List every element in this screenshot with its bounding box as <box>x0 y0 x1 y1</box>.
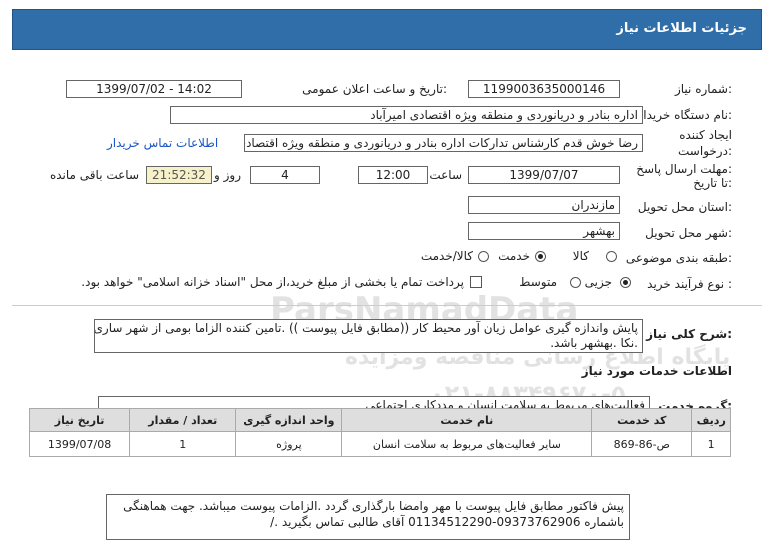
description-line1: پایش واندازه گیری عوامل زیان آور محیط کا… <box>94 321 638 335</box>
cell-row: 1 <box>691 431 731 457</box>
table-header-row: ردیف کد خدمت نام خدمت واحد اندازه گیری ت… <box>28 408 731 432</box>
days-label: روز و <box>214 168 241 182</box>
time-label: ساعت <box>429 168 462 182</box>
remaining-time-field: 21:52:32 <box>146 166 212 184</box>
process-radio-minor[interactable] <box>620 277 631 288</box>
treasury-payment-checkbox[interactable] <box>470 276 482 288</box>
need-number-field: 1199003635000146 <box>468 80 620 98</box>
days-remaining-field: 4 <box>250 166 320 184</box>
page-header: جزئیات اطلاعات نیاز <box>12 9 762 50</box>
col-date: تاریخ نیاز <box>28 408 131 432</box>
category-option-goods-service: کالا/خدمت <box>420 249 473 263</box>
cell-unit: پروژه <box>235 431 343 457</box>
cell-name: سایر فعالیت‌های مربوط به سلامت انسان <box>341 431 593 457</box>
city-label: شهر محل تحویل: <box>645 226 732 240</box>
description-label: شرح کلی نیاز: <box>646 327 732 341</box>
process-label: نوع فرآیند خرید : <box>647 277 732 291</box>
buyer-notes-line1: پیش فاکتور مطابق فایل پیوست با مهر وامضا… <box>123 499 624 513</box>
deadline-time-field: 12:00 <box>358 166 428 184</box>
deadline-date-field: 1399/07/07 <box>468 166 620 184</box>
announce-date-field: 1399/07/02 - 14:02 <box>66 80 242 98</box>
need-number-label: شماره نیاز: <box>674 82 732 96</box>
remaining-label: ساعت باقی مانده <box>49 168 139 182</box>
province-field: مازندران <box>468 196 620 214</box>
divider <box>12 305 762 306</box>
payment-note: پرداخت تمام یا بخشی از مبلغ خرید،از محل … <box>81 275 464 289</box>
services-table: ردیف کد خدمت نام خدمت واحد اندازه گیری ت… <box>28 408 731 457</box>
services-section-title: اطلاعات خدمات مورد نیاز <box>581 364 732 378</box>
buyer-notes-field: پیش فاکتور مطابق فایل پیوست با مهر وامضا… <box>106 494 630 540</box>
city-field: بهشهر <box>468 222 620 240</box>
process-option-minor: جزیی <box>584 275 612 289</box>
process-option-medium: متوسط <box>519 275 557 289</box>
buyer-label: نام دستگاه خریدار: <box>637 108 733 122</box>
col-code: کد خدمت <box>591 408 693 432</box>
process-radio-medium[interactable] <box>570 277 581 288</box>
creator-field: رضا خوش قدم کارشناس تدارکات اداره بنادر … <box>244 134 643 152</box>
province-label: استان محل تحویل: <box>637 200 732 214</box>
table-row: 1 ص-86-869 سایر فعالیت‌های مربوط به سلام… <box>28 431 731 457</box>
category-radio-service[interactable] <box>535 251 546 262</box>
col-qty: تعداد / مقدار <box>129 408 237 432</box>
buyer-contact-link[interactable]: اطلاعات تماس خریدار <box>107 136 218 150</box>
page-title: جزئیات اطلاعات نیاز <box>616 21 747 36</box>
creator-label-1: ایجاد کننده <box>679 128 732 142</box>
description-line2: .نکا .بهشهر باشد. <box>550 336 638 350</box>
col-row: ردیف <box>691 408 731 432</box>
category-label: طبقه بندی موضوعی: <box>625 251 732 265</box>
cell-code: ص-86-869 <box>591 431 693 457</box>
category-option-service: خدمت <box>498 249 530 263</box>
buyer-field: اداره بنادر و دریانوردی و منطقه ویژه اقت… <box>170 106 643 124</box>
description-field: پایش واندازه گیری عوامل زیان آور محیط کا… <box>94 319 643 353</box>
cell-qty: 1 <box>129 431 237 457</box>
announce-label: تاریخ و ساعت اعلان عمومی: <box>302 82 447 96</box>
creator-label-2: درخواست: <box>678 144 732 158</box>
col-name: نام خدمت <box>341 408 593 432</box>
col-unit: واحد اندازه گیری <box>235 408 343 432</box>
category-option-goods: کالا <box>572 249 589 263</box>
category-radio-goods-service[interactable] <box>478 251 489 262</box>
category-radio-goods[interactable] <box>606 251 617 262</box>
deadline-label-2: تا تاریخ: <box>693 176 732 190</box>
buyer-notes-line2: باشماره 09373762906-01134512290 آقای طال… <box>270 515 624 529</box>
cell-date: 1399/07/08 <box>28 431 131 457</box>
deadline-label-1: مهلت ارسال پاسخ: <box>636 162 732 176</box>
